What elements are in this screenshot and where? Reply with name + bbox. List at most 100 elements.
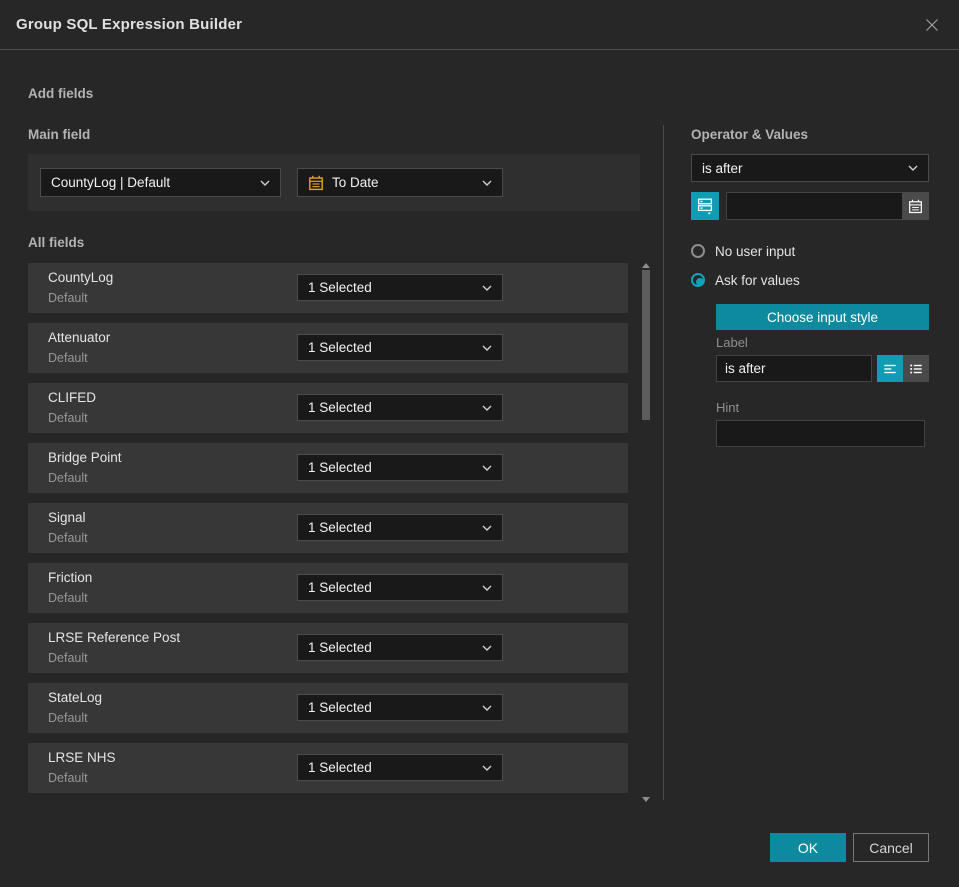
chevron-down-icon (482, 585, 492, 591)
chevron-down-icon (482, 345, 492, 351)
field-name: Bridge Point (48, 450, 122, 465)
ok-button[interactable]: OK (770, 833, 846, 862)
field-values-select[interactable]: 1 Selected (297, 754, 503, 781)
field-values-select-value: 1 Selected (308, 700, 372, 715)
chevron-down-icon (482, 705, 492, 711)
dialog-header: Group SQL Expression Builder (0, 0, 959, 50)
main-field-type-select[interactable]: To Date (297, 168, 503, 197)
calendar-icon (909, 199, 922, 213)
hint-input[interactable] (716, 420, 925, 447)
single-input-style-button[interactable] (877, 355, 903, 382)
chevron-down-icon (482, 525, 492, 531)
field-subtitle: Default (48, 651, 88, 665)
field-name: LRSE NHS (48, 750, 116, 765)
field-values-select-value: 1 Selected (308, 280, 372, 295)
field-values-select[interactable]: 1 Selected (297, 574, 503, 601)
field-subtitle: Default (48, 351, 88, 365)
field-row: LRSE NHS Default 1 Selected (28, 743, 628, 793)
operator-select-value: is after (702, 160, 743, 176)
calendar-icon (308, 175, 324, 191)
field-values-select[interactable]: 1 Selected (297, 634, 503, 661)
field-values-select[interactable]: 1 Selected (297, 514, 503, 541)
value-source-button[interactable] (691, 192, 719, 220)
field-subtitle: Default (48, 711, 88, 725)
close-icon[interactable] (921, 14, 943, 36)
field-name: CountyLog (48, 270, 114, 285)
group-sql-expression-builder-dialog: Group SQL Expression Builder Add fields … (0, 0, 959, 887)
chevron-down-icon (482, 765, 492, 771)
field-subtitle: Default (48, 411, 88, 425)
chevron-down-icon (482, 180, 492, 186)
field-values-select-value: 1 Selected (308, 460, 372, 475)
radio-label: No user input (715, 243, 796, 259)
field-subtitle: Default (48, 531, 88, 545)
chevron-down-icon (482, 645, 492, 651)
choose-input-style-button[interactable]: Choose input style (716, 304, 929, 330)
chevron-down-icon (260, 180, 270, 186)
scroll-down-arrow-icon[interactable] (642, 797, 650, 802)
user-input-radio-group: No user input Ask for values (691, 241, 929, 299)
value-row (691, 192, 929, 220)
field-row: LRSE Reference Post Default 1 Selected (28, 623, 628, 673)
field-values-select-value: 1 Selected (308, 640, 372, 655)
field-values-select[interactable]: 1 Selected (297, 334, 503, 361)
label-row (716, 355, 929, 382)
stacked-values-icon (697, 198, 713, 215)
radio-label: Ask for values (715, 272, 800, 288)
radio-icon (691, 273, 705, 287)
label-input[interactable] (716, 355, 872, 382)
field-row: CLIFED Default 1 Selected (28, 383, 628, 433)
operator-values-heading: Operator & Values (691, 127, 809, 142)
field-row: StateLog Default 1 Selected (28, 683, 628, 733)
scrollbar-thumb[interactable] (642, 270, 650, 420)
field-subtitle: Default (48, 291, 88, 305)
field-values-select-value: 1 Selected (308, 760, 372, 775)
field-values-select[interactable]: 1 Selected (297, 454, 503, 481)
main-field-type-value: To Date (332, 175, 379, 190)
field-values-select-value: 1 Selected (308, 400, 372, 415)
field-subtitle: Default (48, 771, 88, 785)
field-values-select-value: 1 Selected (308, 340, 372, 355)
list-input-style-button[interactable] (903, 355, 929, 382)
field-values-select-value: 1 Selected (308, 580, 372, 595)
field-values-select-value: 1 Selected (308, 520, 372, 535)
main-field-heading: Main field (28, 127, 91, 142)
field-subtitle: Default (48, 471, 88, 485)
value-input[interactable] (726, 192, 929, 220)
add-fields-heading: Add fields (28, 86, 94, 101)
scrollbar[interactable] (640, 261, 652, 806)
all-fields-heading: All fields (28, 235, 85, 250)
radio-ask-for-values[interactable]: Ask for values (691, 270, 929, 290)
field-name: Signal (48, 510, 86, 525)
field-row: Attenuator Default 1 Selected (28, 323, 628, 373)
field-values-select[interactable]: 1 Selected (297, 694, 503, 721)
radio-no-user-input[interactable]: No user input (691, 241, 929, 261)
field-values-select[interactable]: 1 Selected (297, 274, 503, 301)
value-input-wrap (726, 192, 929, 220)
field-row: CountyLog Default 1 Selected (28, 263, 628, 313)
chevron-down-icon (482, 405, 492, 411)
field-row: Friction Default 1 Selected (28, 563, 628, 613)
field-name: LRSE Reference Post (48, 630, 181, 645)
chevron-down-icon (482, 285, 492, 291)
chevron-down-icon (908, 165, 918, 171)
chevron-down-icon (482, 465, 492, 471)
field-row: Bridge Point Default 1 Selected (28, 443, 628, 493)
field-values-select[interactable]: 1 Selected (297, 394, 503, 421)
field-name: StateLog (48, 690, 103, 705)
field-name: Friction (48, 570, 93, 585)
panel-divider (663, 125, 664, 800)
operator-select[interactable]: is after (691, 154, 929, 182)
main-field-container: CountyLog | Default To Date (28, 154, 640, 211)
scroll-up-arrow-icon[interactable] (642, 263, 650, 268)
date-picker-button[interactable] (902, 192, 929, 220)
dialog-title: Group SQL Expression Builder (16, 16, 243, 33)
main-field-select[interactable]: CountyLog | Default (40, 168, 281, 197)
cancel-button[interactable]: Cancel (853, 833, 929, 862)
bullet-list-icon (910, 364, 922, 373)
field-subtitle: Default (48, 591, 88, 605)
align-left-icon (884, 364, 896, 373)
main-field-select-value: CountyLog | Default (51, 175, 171, 190)
field-name: Attenuator (48, 330, 111, 345)
radio-icon (691, 244, 705, 258)
